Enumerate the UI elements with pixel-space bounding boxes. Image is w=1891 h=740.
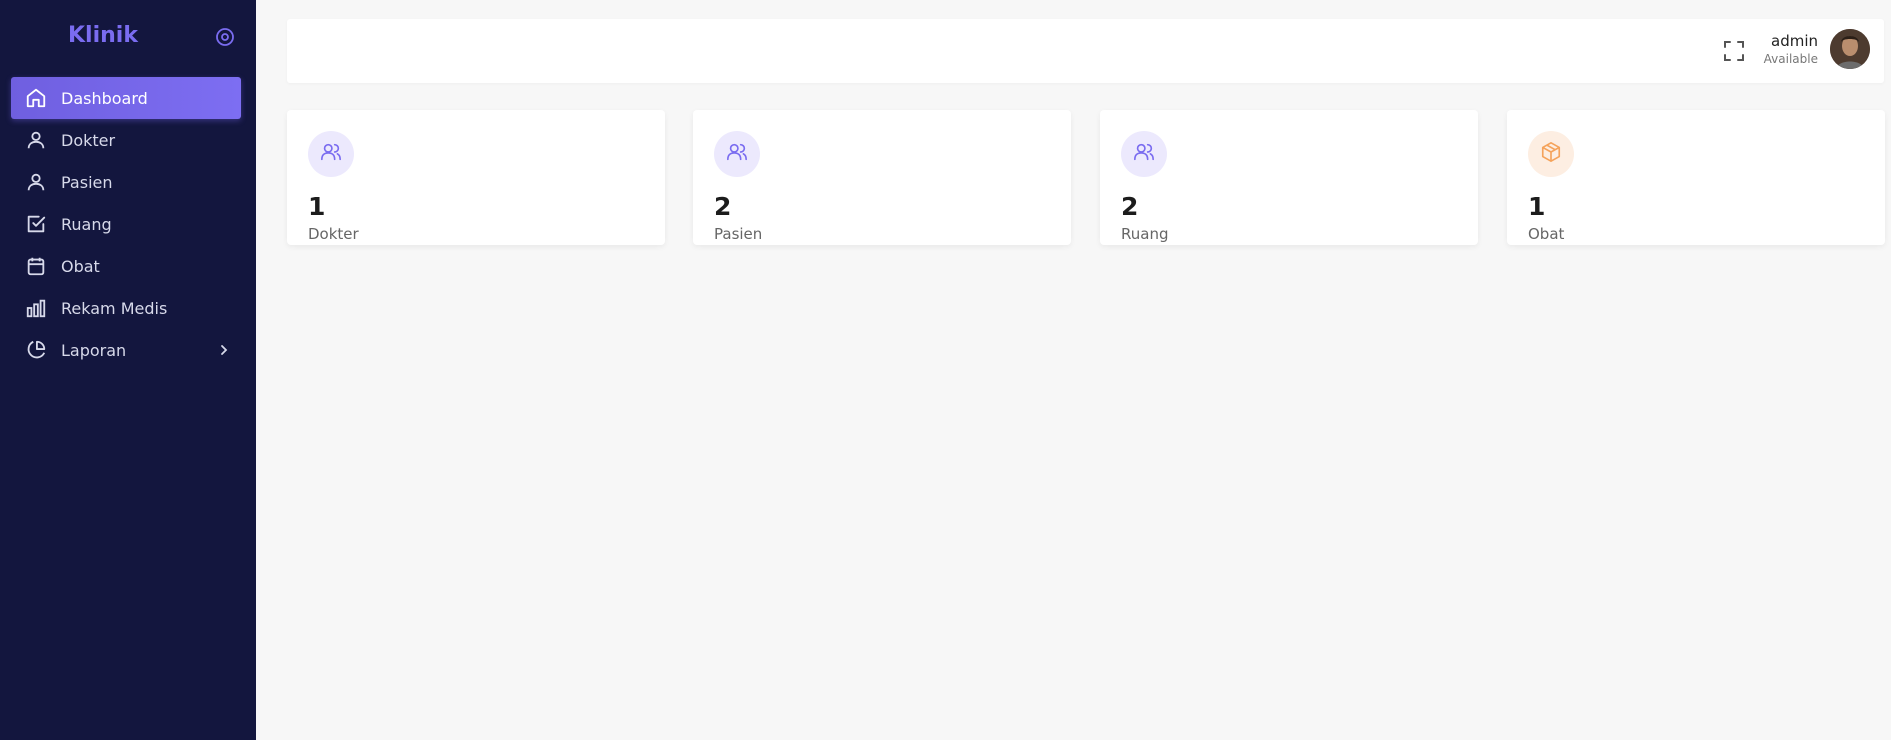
stat-count: 1 [308, 192, 326, 221]
user-icon [25, 129, 47, 151]
stat-count: 2 [714, 192, 732, 221]
user-icon [25, 171, 47, 193]
avatar[interactable] [1830, 29, 1870, 69]
card-icon-wrap [1528, 131, 1574, 177]
calendar-icon [25, 255, 47, 277]
users-icon [320, 141, 342, 167]
sidebar-item-laporan[interactable]: Laporan [11, 329, 241, 371]
box-icon [1540, 141, 1562, 167]
sidebar-nav: Dashboard Dokter Pasien Ruang Obat Rekam… [11, 77, 241, 371]
top-header: admin Available [287, 19, 1884, 83]
sidebar: Klinik Dashboard Dokter Pasien Ruang Oba… [0, 0, 256, 740]
sidebar-item-label: Laporan [61, 340, 127, 360]
users-icon [726, 141, 748, 167]
stat-card-ruang[interactable]: 2 Ruang [1100, 110, 1478, 245]
stat-count: 2 [1121, 192, 1139, 221]
user-name[interactable]: admin [1771, 32, 1818, 50]
pie-chart-icon [25, 339, 47, 361]
sidebar-item-label: Ruang [61, 214, 112, 234]
sidebar-item-label: Pasien [61, 172, 113, 192]
users-icon [1133, 141, 1155, 167]
home-icon [25, 87, 47, 109]
sidebar-item-ruang[interactable]: Ruang [11, 203, 241, 245]
stat-label: Pasien [714, 225, 763, 243]
check-square-icon [25, 213, 47, 235]
sidebar-toggle-icon[interactable] [215, 27, 235, 47]
user-status: Available [1763, 52, 1818, 66]
sidebar-item-label: Dokter [61, 130, 116, 150]
sidebar-item-dokter[interactable]: Dokter [11, 119, 241, 161]
sidebar-item-rekam-medis[interactable]: Rekam Medis [11, 287, 241, 329]
sidebar-item-label: Rekam Medis [61, 298, 168, 318]
chevron-right-icon[interactable] [217, 342, 231, 356]
sidebar-item-dashboard[interactable]: Dashboard [11, 77, 241, 119]
stat-card-obat[interactable]: 1 Obat [1507, 110, 1885, 245]
sidebar-item-pasien[interactable]: Pasien [11, 161, 241, 203]
stat-card-dokter[interactable]: 1 Dokter [287, 110, 665, 245]
stat-label: Ruang [1121, 225, 1169, 243]
card-icon-wrap [308, 131, 354, 177]
sidebar-item-label: Obat [61, 256, 100, 276]
card-icon-wrap [1121, 131, 1167, 177]
brand-logo[interactable]: Klinik [68, 23, 138, 48]
card-icon-wrap [714, 131, 760, 177]
sidebar-item-label: Dashboard [61, 88, 148, 108]
stat-label: Obat [1528, 225, 1565, 243]
fullscreen-icon[interactable] [1723, 40, 1745, 62]
bar-chart-icon [25, 297, 47, 319]
sidebar-item-obat[interactable]: Obat [11, 245, 241, 287]
stat-label: Dokter [308, 225, 359, 243]
stat-count: 1 [1528, 192, 1546, 221]
stat-card-pasien[interactable]: 2 Pasien [693, 110, 1071, 245]
